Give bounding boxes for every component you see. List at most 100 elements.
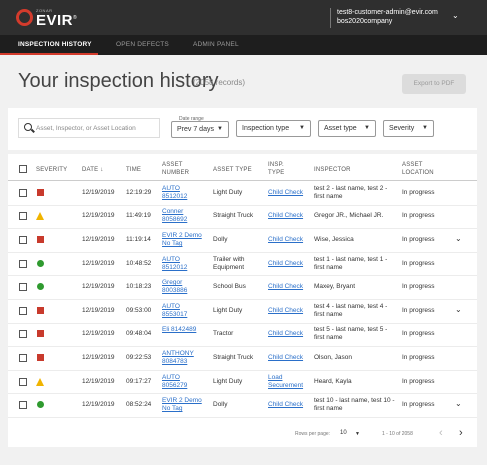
row-insp-type-link[interactable]: Load Securement [268,374,308,390]
page-title: Your inspection history [18,70,219,92]
row-asset-type: Light Duty [213,377,243,385]
col-asset-type[interactable]: ASSET TYPE [213,166,252,174]
expand-row-chevron-icon[interactable]: ⌄ [455,305,462,314]
header-divider [8,180,477,181]
row-insp-type-link[interactable]: Child Check [268,236,308,244]
row-asset-type: Straight Truck [213,212,254,220]
export-pdf-button[interactable]: Export to PDF [402,74,466,94]
row-asset-number-link[interactable]: AUTO 8512012 [162,185,206,201]
logo-brand-main: EVIR [36,12,74,29]
row-divider [8,251,477,253]
chevron-right-icon[interactable]: › [459,427,463,439]
row-asset-type: Light Duty [213,188,243,196]
chevron-down-icon[interactable]: ⌄ [452,11,459,20]
row-asset-number-link[interactable]: Eli 8142489 [162,326,206,334]
col-inspector[interactable]: INSPECTOR [314,166,351,174]
logo-ring-icon [16,9,33,26]
row-date: 12/19/2019 [82,212,115,220]
row-asset-number-link[interactable]: EVIR 2 Demo No Tag [162,232,206,248]
major-defect-icon [37,236,44,243]
inspection-type-dropdown[interactable]: Inspection type ▼ [236,120,311,137]
row-checkbox[interactable] [19,354,27,362]
row-asset-number-link[interactable]: AUTO 8512012 [162,256,206,272]
nav-inspection-history[interactable]: INSPECTION HISTORY [18,41,92,48]
chevron-left-icon[interactable]: ‹ [439,427,443,439]
row-time: 09:53:00 [126,306,152,314]
row-asset-number-link[interactable]: AUTO 8553017 [162,303,206,319]
row-checkbox[interactable] [19,188,27,197]
row-asset-location: In progress [402,283,435,291]
rows-per-page-select[interactable]: 10 [340,430,347,436]
row-date: 12/19/2019 [82,401,115,409]
caret-down-icon: ▼ [299,125,305,131]
col-asset-location[interactable]: ASSET LOCATION [402,161,442,177]
row-time: 08:52:24 [126,401,152,409]
caret-down-icon[interactable]: ▼ [355,431,360,437]
page-range: 1 - 10 of 2058 [382,431,413,437]
major-defect-icon [37,330,44,338]
row-checkbox[interactable] [19,236,27,244]
row-asset-number-link[interactable]: ANTHONY 8084783 [162,350,206,366]
row-asset-location: In progress [402,330,435,338]
row-insp-type-link[interactable]: Child Check [268,401,308,409]
row-insp-type-link[interactable]: Child Check [268,283,308,291]
evir-logo[interactable]: ZONAR EVIR® [16,6,77,30]
search-input[interactable]: Asset, Inspector, or Asset Location [18,118,160,138]
col-asset-number[interactable]: ASSET NUMBER [162,161,198,177]
row-checkbox[interactable] [19,283,27,292]
row-checkbox[interactable] [19,212,27,221]
row-asset-location: In progress [402,212,435,220]
row-asset-number-link[interactable]: AUTO 8056279 [162,374,206,390]
row-time: 09:48:04 [126,330,152,338]
row-insp-type-link[interactable]: Child Check [268,260,308,268]
date-range-value: Prev 7 days [177,126,214,133]
row-asset-number-link[interactable]: Gregor 8003886 [162,279,206,295]
row-checkbox[interactable] [19,306,27,315]
user-menu[interactable]: test8-customer-admin@evir.com bos2020com… [337,8,438,26]
row-divider [8,393,477,395]
row-checkbox[interactable] [19,259,27,268]
nav-admin-panel[interactable]: ADMIN PANEL [193,41,239,48]
asset-type-label: Asset type [324,125,357,132]
severity-label: Severity [389,125,415,132]
row-checkbox[interactable] [19,330,27,339]
record-count: (2058 records) [193,78,246,87]
row-insp-type-link[interactable]: Child Check [268,307,308,315]
asset-type-dropdown[interactable]: Asset type ▼ [318,120,376,137]
col-date[interactable]: DATE ↓ [82,166,103,174]
row-checkbox[interactable] [19,377,27,386]
row-inspector: Olson, Jason [314,354,352,361]
sort-down-icon: ↓ [100,167,104,173]
rows-per-page-label: Rows per page: [295,431,331,437]
select-all-checkbox[interactable] [19,165,27,173]
row-date: 12/19/2019 [82,377,115,385]
row-divider [8,369,477,371]
row-asset-type: Dolly [213,401,228,409]
nav-open-defects[interactable]: OPEN DEFECTS [116,41,169,48]
row-asset-number-link[interactable]: Conner 8058692 [162,208,206,224]
col-time[interactable]: TIME [126,166,141,174]
row-insp-type-link[interactable]: Child Check [268,189,308,197]
search-placeholder: Asset, Inspector, or Asset Location [36,125,136,132]
expand-row-chevron-icon[interactable]: ⌄ [455,234,462,243]
minor-defect-icon [36,212,44,221]
row-checkbox[interactable] [19,401,27,410]
expand-row-chevron-icon[interactable]: ⌄ [455,399,462,408]
row-inspector: test 1 - last name, test 1 - first name [314,255,388,271]
major-defect-icon [37,306,44,314]
row-insp-type-link[interactable]: Child Check [268,212,308,220]
row-date: 12/19/2019 [82,236,115,243]
row-asset-number-link[interactable]: EVIR 2 Demo No Tag [162,397,206,413]
date-range-dropdown[interactable]: Prev 7 days ▼ [171,121,229,138]
row-time: 11:49:19 [126,212,151,220]
severity-dropdown[interactable]: Severity ▼ [383,120,434,137]
col-severity[interactable]: SEVERITY [36,166,67,174]
row-date: 12/19/2019 [82,283,115,291]
row-insp-type-link[interactable]: Child Check [268,330,308,338]
row-time: 10:48:52 [126,259,152,267]
row-asset-type: Straight Truck [213,354,254,361]
col-insp-type[interactable]: INSP. TYPE [268,161,294,177]
top-header: ZONAR EVIR® test8-customer-admin@evir.co… [0,0,487,35]
row-insp-type-link[interactable]: Child Check [268,354,308,362]
main-nav: INSPECTION HISTORY OPEN DEFECTS ADMIN PA… [0,35,487,55]
